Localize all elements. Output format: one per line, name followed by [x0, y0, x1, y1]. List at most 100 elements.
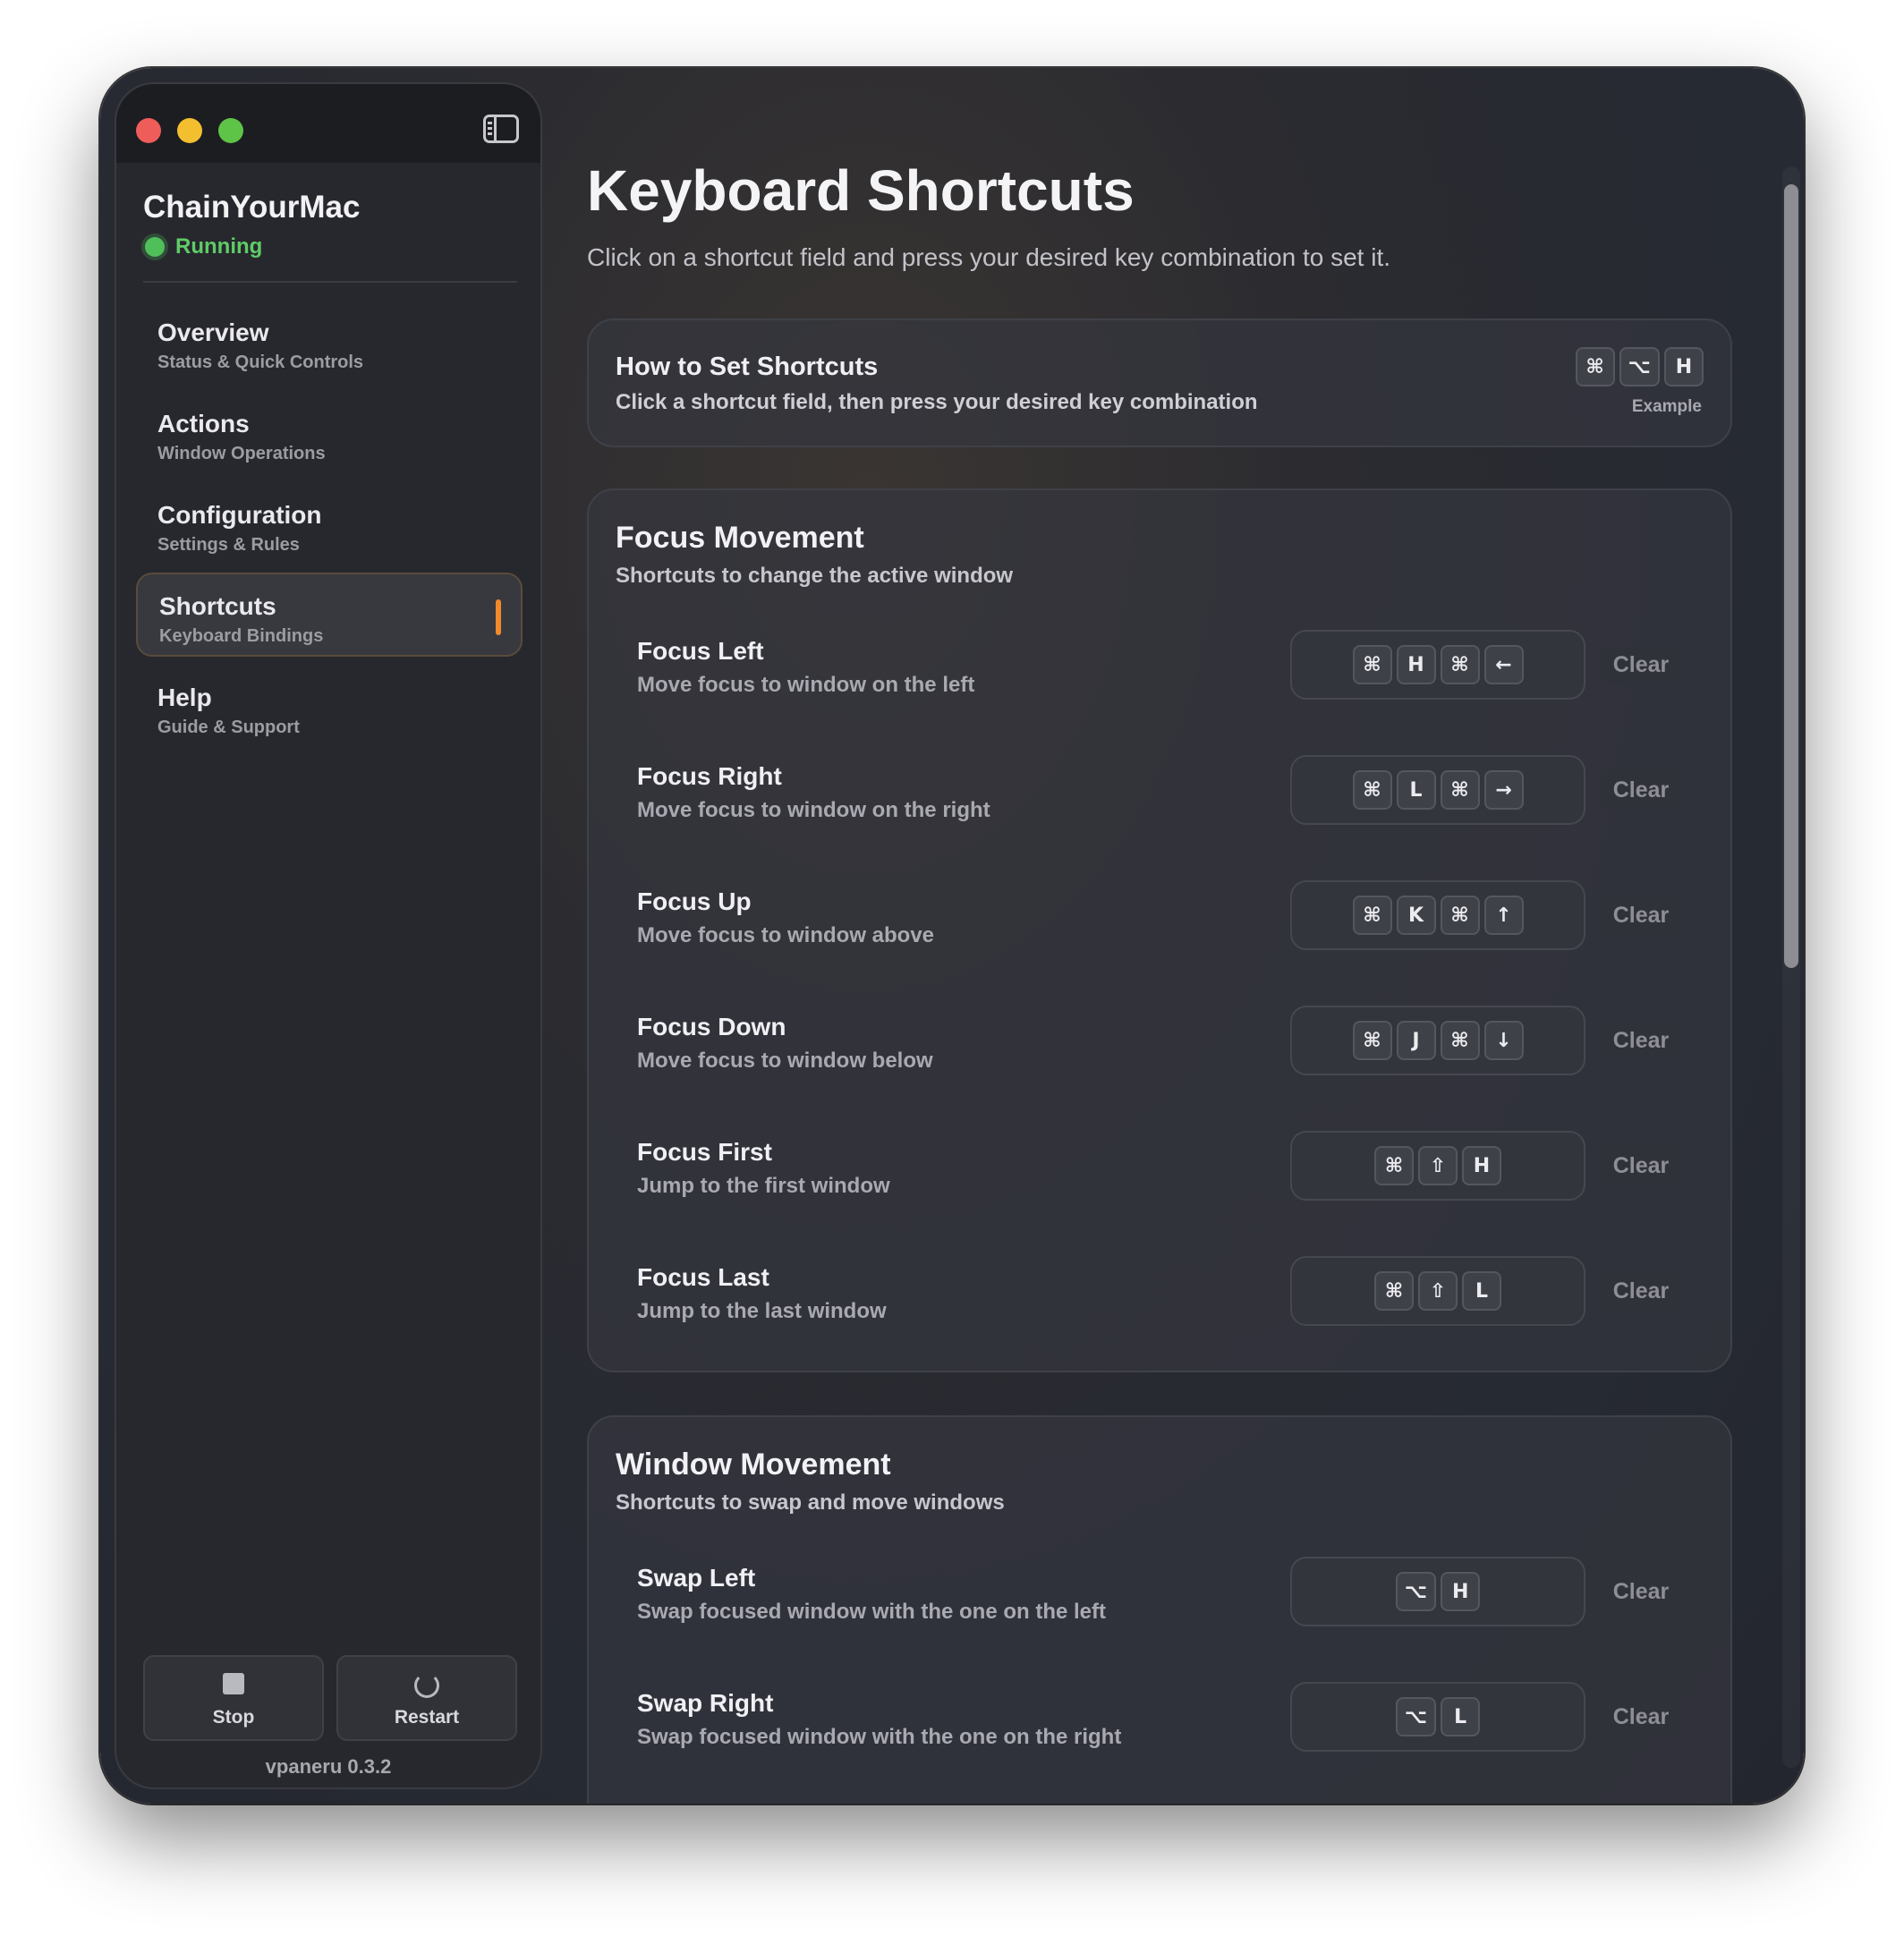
sidebar-item-sublabel: Guide & Support: [157, 718, 300, 737]
shortcut-row-focus-right: Focus Right Move focus to window on the …: [637, 755, 1711, 848]
shortcut-field[interactable]: ⌘ J ⌘ ↓: [1290, 1006, 1585, 1075]
key-cap: ⌘: [1352, 1021, 1392, 1060]
status-indicator: Running: [145, 234, 262, 259]
minimize-window-button[interactable]: [177, 118, 202, 143]
shortcut-field[interactable]: ⌘ ⇧ L: [1290, 1256, 1585, 1326]
sidebar-item-sublabel: Window Operations: [157, 444, 326, 463]
version-label: vpaneru 0.3.2: [265, 1755, 392, 1778]
shortcut-row-focus-last: Focus Last Jump to the last window ⌘ ⇧ L…: [637, 1256, 1711, 1349]
shortcut-description: Jump to the first window: [637, 1174, 890, 1198]
sidebar-toggle-icon[interactable]: [483, 115, 519, 143]
shortcut-title: Focus Right: [637, 762, 782, 790]
shortcut-description: Swap focused window with the one on the …: [637, 1725, 1122, 1749]
section-title: Focus Movement: [616, 521, 864, 555]
key-cap: ↑: [1483, 896, 1524, 935]
clear-button[interactable]: Clear: [1600, 1272, 1682, 1310]
sidebar-item-label: Overview: [157, 318, 269, 346]
example-label: Example: [1631, 397, 1702, 416]
shortcut-row-focus-left: Focus Left Move focus to window on the l…: [637, 630, 1711, 723]
sidebar-item-configuration[interactable]: Configuration Settings & Rules: [136, 483, 523, 567]
app-window: ChainYourMac Running Overview Status & Q…: [100, 68, 1804, 1804]
how-to-description: Click a shortcut field, then press your …: [616, 390, 1258, 414]
sidebar-item-actions[interactable]: Actions Window Operations: [136, 392, 523, 476]
shortcut-title: Swap Right: [637, 1689, 774, 1717]
shortcut-description: Move focus to window below: [637, 1049, 933, 1073]
key-cap: ⌥: [1395, 1572, 1437, 1611]
shortcut-title: Focus Left: [637, 637, 764, 665]
stop-button[interactable]: Stop: [143, 1655, 324, 1741]
shortcut-description: Move focus to window above: [637, 923, 935, 947]
shortcut-field[interactable]: ⌘ H ⌘ ←: [1290, 630, 1585, 700]
shortcut-title: Focus Last: [637, 1263, 769, 1291]
shortcut-field[interactable]: ⌘ K ⌘ ↑: [1290, 880, 1585, 950]
page-subtitle: Click on a shortcut field and press your…: [587, 243, 1390, 271]
shortcut-description: Jump to the last window: [637, 1299, 887, 1323]
key-cap: ⌘: [1440, 770, 1480, 810]
section-subtitle: Shortcuts to change the active window: [616, 564, 1014, 588]
clear-button[interactable]: Clear: [1600, 1022, 1682, 1059]
clear-button[interactable]: Clear: [1600, 1573, 1682, 1610]
stop-icon: [223, 1673, 244, 1694]
sidebar-item-label: Help: [157, 684, 212, 711]
key-cap: ⌘: [1440, 645, 1480, 684]
key-cap: ⇧: [1418, 1271, 1458, 1311]
key-cap: ⌥: [1619, 347, 1660, 386]
key-cap: H: [1664, 347, 1704, 386]
app-title: ChainYourMac: [143, 190, 361, 225]
sidebar: ChainYourMac Running Overview Status & Q…: [115, 82, 542, 1789]
key-cap: ⌘: [1575, 347, 1615, 386]
sidebar-item-overview[interactable]: Overview Status & Quick Controls: [136, 301, 523, 385]
shortcut-field[interactable]: ⌥ H: [1290, 1557, 1585, 1626]
shortcut-field[interactable]: ⌘ ⇧ H: [1290, 1131, 1585, 1201]
key-cap: J: [1396, 1021, 1436, 1060]
section-subtitle: Shortcuts to swap and move windows: [616, 1490, 1005, 1515]
shortcut-title: Focus Up: [637, 887, 752, 915]
shortcut-row-focus-first: Focus First Jump to the first window ⌘ ⇧…: [637, 1131, 1711, 1224]
status-text: Running: [175, 234, 263, 259]
sidebar-item-label: Shortcuts: [159, 592, 276, 620]
title-bar: [116, 84, 540, 163]
key-cap: ⌘: [1440, 896, 1480, 935]
sidebar-item-help[interactable]: Help Guide & Support: [136, 666, 523, 750]
zoom-window-button[interactable]: [218, 118, 243, 143]
how-to-title: How to Set Shortcuts: [616, 352, 879, 381]
sidebar-item-label: Configuration: [157, 501, 322, 529]
clear-button[interactable]: Clear: [1600, 1698, 1682, 1736]
shortcut-description: Move focus to window on the right: [637, 798, 990, 822]
section-title: Window Movement: [616, 1448, 891, 1482]
key-cap: ←: [1483, 645, 1524, 684]
status-dot-icon: [145, 237, 165, 257]
sidebar-divider: [143, 281, 517, 283]
key-cap: ⌘: [1352, 645, 1392, 684]
close-window-button[interactable]: [136, 118, 161, 143]
key-cap: H: [1462, 1146, 1501, 1185]
key-cap: →: [1483, 770, 1524, 810]
sidebar-item-shortcuts[interactable]: Shortcuts Keyboard Bindings: [136, 573, 523, 657]
stop-button-label: Stop: [212, 1707, 255, 1728]
shortcut-description: Move focus to window on the left: [637, 673, 975, 697]
key-cap: ⌘: [1374, 1271, 1414, 1311]
restart-button-label: Restart: [394, 1707, 460, 1728]
key-cap: K: [1396, 896, 1436, 935]
shortcut-title: Focus Down: [637, 1013, 786, 1040]
clear-button[interactable]: Clear: [1600, 771, 1682, 809]
shortcut-field[interactable]: ⌘ L ⌘ →: [1290, 755, 1585, 825]
shortcut-description: Swap focused window with the one on the …: [637, 1600, 1107, 1624]
key-cap: L: [1396, 770, 1436, 810]
restart-button[interactable]: Restart: [336, 1655, 517, 1741]
key-cap: H: [1396, 645, 1436, 684]
clear-button[interactable]: Clear: [1600, 896, 1682, 934]
key-cap: L: [1441, 1697, 1481, 1736]
clear-button[interactable]: Clear: [1600, 646, 1682, 684]
example-keys: ⌘ ⌥ H: [1575, 347, 1704, 386]
clear-button[interactable]: Clear: [1600, 1147, 1682, 1185]
shortcut-title: Focus First: [637, 1138, 772, 1166]
sidebar-item-label: Actions: [157, 410, 250, 437]
shortcut-row-focus-down: Focus Down Move focus to window below ⌘ …: [637, 1006, 1711, 1099]
shortcut-field[interactable]: ⌥ L: [1290, 1682, 1585, 1752]
sidebar-item-sublabel: Keyboard Bindings: [159, 626, 324, 646]
shortcut-row-swap-left: Swap Left Swap focused window with the o…: [637, 1557, 1711, 1650]
key-cap: ⌘: [1440, 1021, 1480, 1060]
scrollbar-thumb[interactable]: [1784, 184, 1798, 968]
focus-movement-section: Focus Movement Shortcuts to change the a…: [587, 488, 1732, 1372]
